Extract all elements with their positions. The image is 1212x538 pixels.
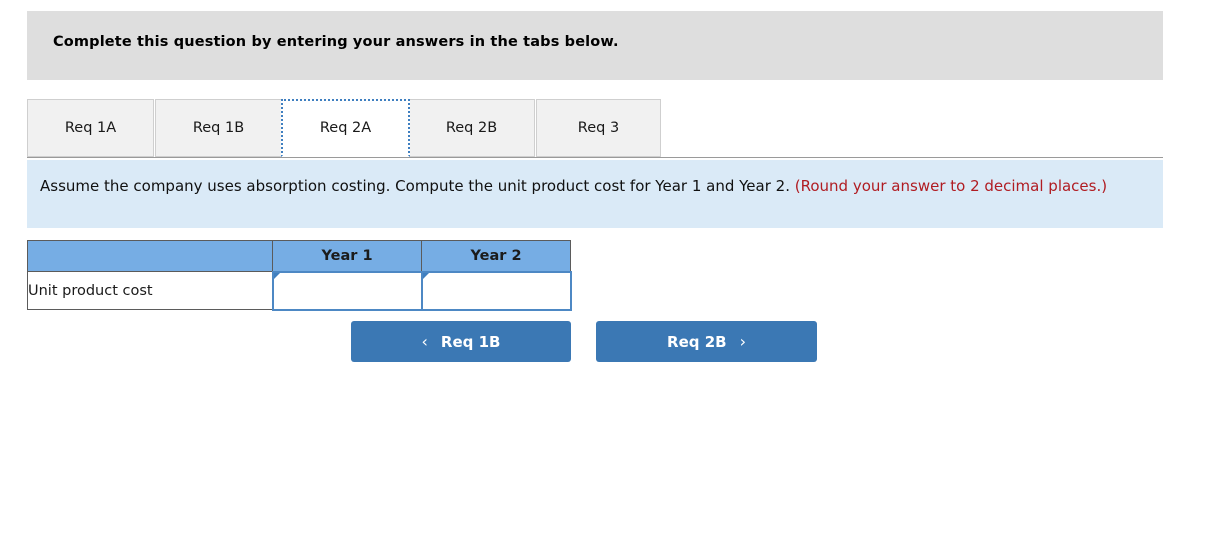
tab-strip-divider bbox=[27, 157, 1163, 158]
answer-table: Year 1 Year 2 Unit product cost bbox=[27, 240, 572, 311]
tab-req-1a[interactable]: Req 1A bbox=[27, 99, 154, 157]
tab-strip: Req 1A Req 1B Req 2A Req 2B Req 3 bbox=[27, 99, 1163, 159]
table-header-year-1: Year 1 bbox=[272, 240, 422, 272]
chevron-right-icon: › bbox=[739, 331, 746, 351]
row-label-unit-product-cost: Unit product cost bbox=[27, 271, 273, 310]
tab-req-1b[interactable]: Req 1B bbox=[155, 99, 282, 157]
table-header-row: Year 1 Year 2 bbox=[27, 240, 571, 272]
unit-product-cost-year-1-input[interactable] bbox=[273, 272, 421, 309]
prev-requirement-label: Req 1B bbox=[440, 332, 501, 351]
tab-label: Req 2A bbox=[319, 120, 372, 136]
next-requirement-button[interactable]: Req 2B › bbox=[596, 321, 817, 362]
answer-cell-year-2[interactable] bbox=[420, 270, 572, 311]
instruction-note: (Round your answer to 2 decimal places.) bbox=[794, 177, 1108, 195]
next-requirement-label: Req 2B bbox=[667, 332, 727, 351]
instruction-main: Assume the company uses absorption costi… bbox=[40, 177, 795, 195]
tab-label: Req 2B bbox=[445, 120, 498, 136]
tab-label: Req 3 bbox=[577, 120, 620, 136]
instruction-panel: Assume the company uses absorption costi… bbox=[27, 160, 1163, 228]
tab-req-2a[interactable]: Req 2A bbox=[281, 99, 410, 157]
tab-req-3[interactable]: Req 3 bbox=[536, 99, 661, 157]
answer-cell-year-1[interactable] bbox=[271, 270, 423, 311]
question-page: Complete this question by entering your … bbox=[0, 0, 1212, 538]
instruction-text: Assume the company uses absorption costi… bbox=[40, 175, 1148, 198]
page-title: Complete this question by entering your … bbox=[53, 34, 619, 50]
header-banner: Complete this question by entering your … bbox=[27, 11, 1163, 80]
table-header-year-2: Year 2 bbox=[421, 240, 571, 272]
table-header-blank bbox=[27, 240, 273, 272]
table-row: Unit product cost bbox=[27, 270, 572, 311]
tab-label: Req 1A bbox=[64, 120, 117, 136]
tab-label: Req 1B bbox=[192, 120, 245, 136]
chevron-left-icon: ‹ bbox=[421, 331, 428, 351]
unit-product-cost-year-2-input[interactable] bbox=[422, 272, 570, 309]
prev-requirement-button[interactable]: ‹ Req 1B bbox=[351, 321, 571, 362]
tab-req-2b[interactable]: Req 2B bbox=[408, 99, 535, 157]
